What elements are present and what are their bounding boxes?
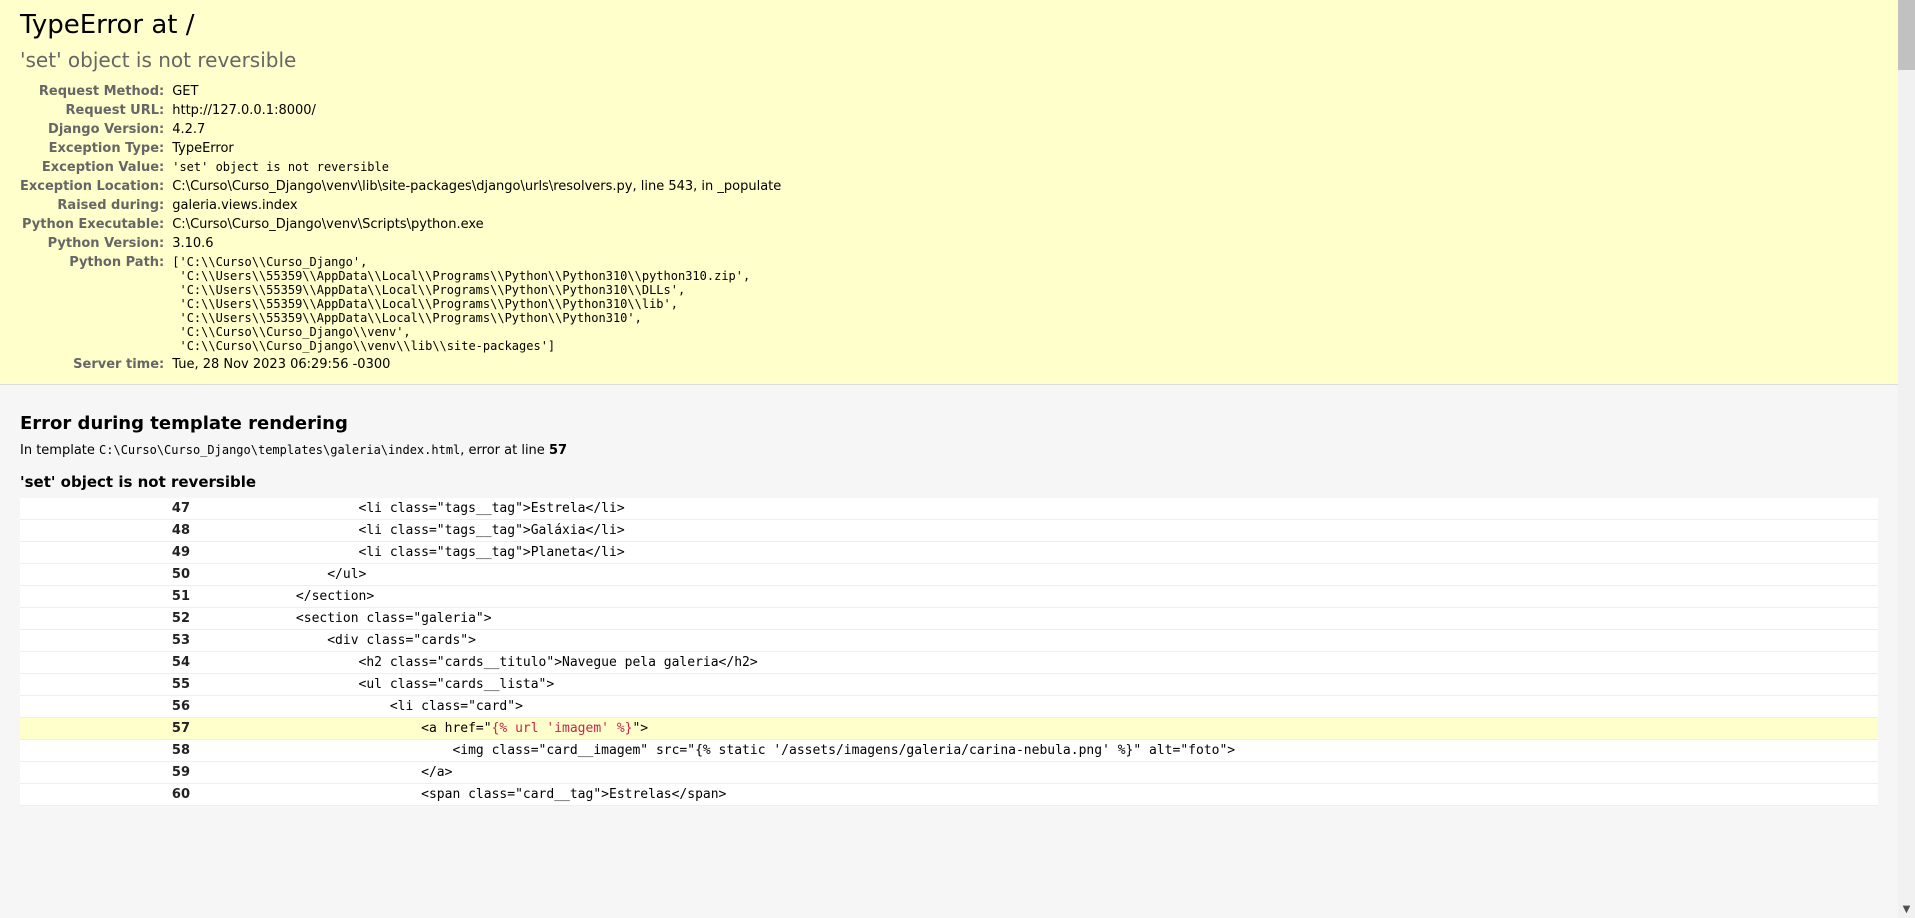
source-line: 59 </a>: [20, 762, 1878, 784]
request-path: /: [186, 10, 195, 40]
line-code: <section class="galeria">: [198, 608, 1878, 630]
meta-label: Django Version:: [20, 120, 170, 139]
request-meta-table: Request Method:GETRequest URL:http://127…: [20, 82, 783, 374]
line-code: <a href="{% url 'imagem' %}">: [198, 718, 1878, 740]
line-number: 58: [20, 740, 198, 762]
meta-label: Raised during:: [20, 196, 170, 215]
meta-value: C:\Curso\Curso_Django\venv\Scripts\pytho…: [170, 215, 783, 234]
template-error-message: 'set' object is not reversible: [20, 473, 1878, 491]
meta-label: Exception Type:: [20, 139, 170, 158]
meta-label: Request Method:: [20, 82, 170, 101]
line-number: 49: [20, 542, 198, 564]
line-code: <li class="tags__tag">Estrela</li>: [198, 498, 1878, 520]
meta-value: Tue, 28 Nov 2023 06:29:56 -0300: [170, 355, 783, 374]
template-error-location: In template C:\Curso\Curso_Django\templa…: [20, 443, 1878, 458]
line-code: <li class="tags__tag">Galáxia</li>: [198, 520, 1878, 542]
line-number: 50: [20, 564, 198, 586]
line-code: </ul>: [198, 564, 1878, 586]
meta-value: galeria.views.index: [170, 196, 783, 215]
line-code: <div class="cards">: [198, 630, 1878, 652]
source-line: 49 <li class="tags__tag">Planeta</li>: [20, 542, 1878, 564]
line-code: <img class="card__imagem" src="{% static…: [198, 740, 1878, 762]
line-code: </section>: [198, 586, 1878, 608]
source-line: 52 <section class="galeria">: [20, 608, 1878, 630]
scrollbar-thumb[interactable]: [1898, 0, 1915, 70]
source-line: 47 <li class="tags__tag">Estrela</li>: [20, 498, 1878, 520]
source-line: 54 <h2 class="cards__titulo">Navegue pel…: [20, 652, 1878, 674]
line-number: 59: [20, 762, 198, 784]
source-line: 48 <li class="tags__tag">Galáxia</li>: [20, 520, 1878, 542]
line-code: <ul class="cards__lista">: [198, 674, 1878, 696]
meta-row: Django Version:4.2.7: [20, 120, 783, 139]
line-number: 54: [20, 652, 198, 674]
meta-row: Raised during:galeria.views.index: [20, 196, 783, 215]
meta-row: Request Method:GET: [20, 82, 783, 101]
chevron-down-icon[interactable]: ▼: [1898, 901, 1915, 918]
meta-label: Exception Value:: [20, 158, 170, 177]
template-error-section: Error during template rendering In templ…: [0, 385, 1898, 817]
line-number: 48: [20, 520, 198, 542]
exception-message-subtitle: 'set' object is not reversible: [20, 48, 1878, 72]
template-error-heading: Error during template rendering: [20, 413, 1878, 434]
template-path: C:\Curso\Curso_Django\templates\galeria\…: [99, 443, 460, 457]
line-code: <li class="tags__tag">Planeta</li>: [198, 542, 1878, 564]
meta-label: Python Version:: [20, 234, 170, 253]
meta-label: Server time:: [20, 355, 170, 374]
source-line: 50 </ul>: [20, 564, 1878, 586]
source-line: 57 <a href="{% url 'imagem' %}">: [20, 718, 1878, 740]
meta-row: Python Executable:C:\Curso\Curso_Django\…: [20, 215, 783, 234]
meta-value: C:\Curso\Curso_Django\venv\lib\site-pack…: [170, 177, 783, 196]
line-number: 56: [20, 696, 198, 718]
line-number: 47: [20, 498, 198, 520]
meta-label: Python Path:: [20, 253, 170, 355]
meta-label: Exception Location:: [20, 177, 170, 196]
meta-value: 'set' object is not reversible: [170, 158, 783, 177]
error-title: TypeError at /: [20, 10, 1878, 40]
exception-type: TypeError: [20, 10, 143, 40]
meta-label: Python Executable:: [20, 215, 170, 234]
source-line: 55 <ul class="cards__lista">: [20, 674, 1878, 696]
meta-value: http://127.0.0.1:8000/: [170, 101, 783, 120]
line-number: 51: [20, 586, 198, 608]
line-code: </a>: [198, 762, 1878, 784]
meta-value: ['C:\\Curso\\Curso_Django', 'C:\\Users\\…: [170, 253, 783, 355]
line-code: <h2 class="cards__titulo">Navegue pela g…: [198, 652, 1878, 674]
template-source-table: 47 <li class="tags__tag">Estrela</li>48 …: [20, 498, 1878, 806]
meta-value: 3.10.6: [170, 234, 783, 253]
meta-row: Server time:Tue, 28 Nov 2023 06:29:56 -0…: [20, 355, 783, 374]
meta-row: Exception Location:C:\Curso\Curso_Django…: [20, 177, 783, 196]
meta-value: 4.2.7: [170, 120, 783, 139]
at-word: at: [151, 10, 177, 40]
source-line: 53 <div class="cards">: [20, 630, 1878, 652]
meta-row: Exception Type:TypeError: [20, 139, 783, 158]
line-code: <span class="card__tag">Estrelas</span>: [198, 784, 1878, 806]
error-summary: TypeError at / 'set' object is not rever…: [0, 0, 1898, 385]
line-number: 60: [20, 784, 198, 806]
line-code: <li class="card">: [198, 696, 1878, 718]
meta-value: GET: [170, 82, 783, 101]
meta-label: Request URL:: [20, 101, 170, 120]
template-error-lineno: 57: [549, 443, 567, 458]
meta-row: Python Path:['C:\\Curso\\Curso_Django', …: [20, 253, 783, 355]
source-line: 58 <img class="card__imagem" src="{% sta…: [20, 740, 1878, 762]
vertical-scrollbar[interactable]: ▼: [1898, 0, 1915, 918]
source-line: 56 <li class="card">: [20, 696, 1878, 718]
line-number: 57: [20, 718, 198, 740]
meta-row: Exception Value:'set' object is not reve…: [20, 158, 783, 177]
source-line: 51 </section>: [20, 586, 1878, 608]
line-number: 55: [20, 674, 198, 696]
meta-row: Request URL:http://127.0.0.1:8000/: [20, 101, 783, 120]
meta-row: Python Version:3.10.6: [20, 234, 783, 253]
source-line: 60 <span class="card__tag">Estrelas</spa…: [20, 784, 1878, 806]
line-number: 53: [20, 630, 198, 652]
meta-value: TypeError: [170, 139, 783, 158]
line-number: 52: [20, 608, 198, 630]
